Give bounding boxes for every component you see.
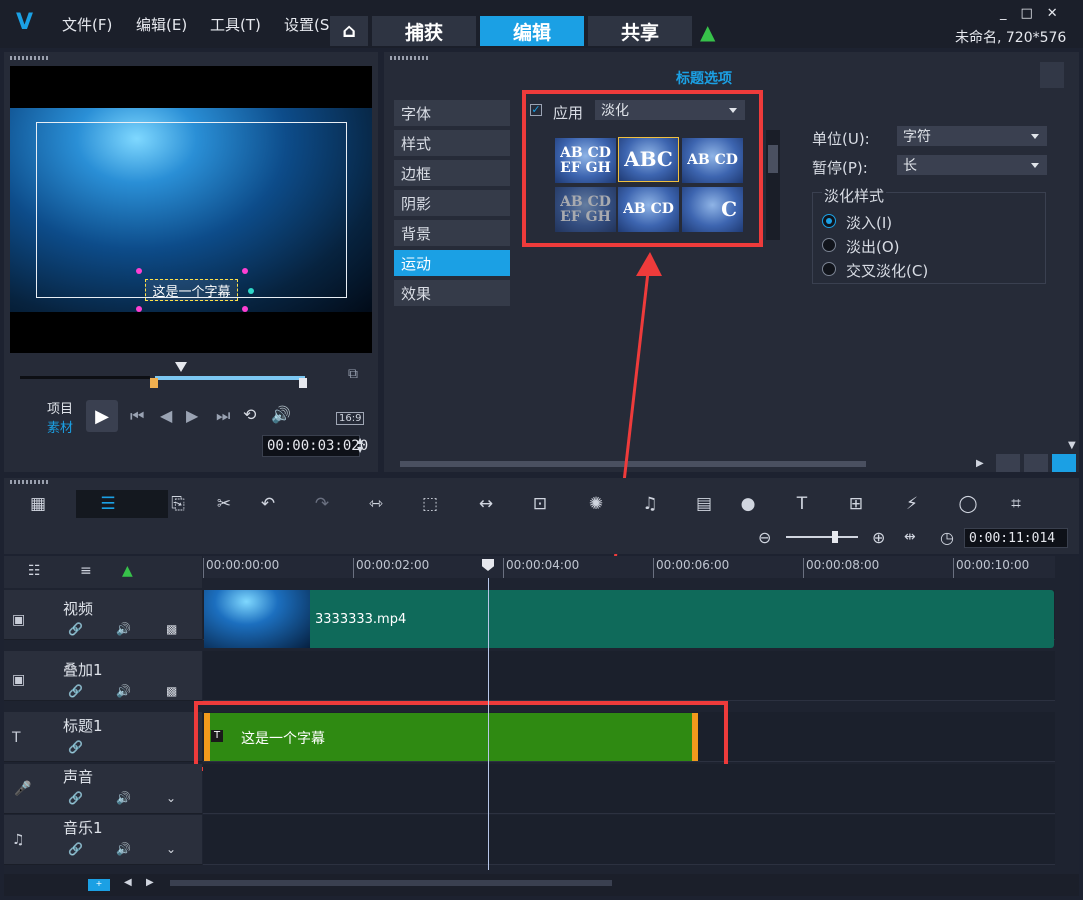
crop-icon[interactable]: ⬚ [418,494,442,514]
track-music[interactable] [203,815,1055,865]
undo-icon[interactable]: ↶ [256,494,280,514]
link-icon[interactable]: 🔗 [68,842,83,856]
overlay-track-icon: ▣ [12,672,26,688]
ruler-tick: 00:00:02:00 [353,558,429,578]
link-icon[interactable]: 🔗 [68,684,83,698]
waveform-icon[interactable]: ⌄ [166,842,176,856]
total-duration[interactable]: 0:00:11:014 [964,528,1068,548]
track-name-title: 标题1 [63,717,103,735]
track-name-video: 视频 [63,600,94,618]
resize-icon[interactable]: ⊡ [528,494,552,514]
ruler-tick: 00:00:10:00 [953,558,1029,578]
waveform-icon[interactable]: ⌄ [166,791,176,805]
timeline-view-button[interactable] [76,490,168,518]
snapshot-icon[interactable]: ⌗ [1004,494,1028,514]
timeline-view-icon[interactable]: ☰ [96,494,120,514]
clock-icon: ◷ [940,528,954,547]
ruler-tick: 00:00:08:00 [803,558,879,578]
redo-icon[interactable]: ↷ [310,494,334,514]
track-voice[interactable] [203,764,1055,814]
video-clip-thumbnail [204,590,310,648]
mute-icon[interactable]: 🔊 [116,622,131,636]
subtitle-icon[interactable]: T [790,494,814,514]
ruler-tick: 00:00:00:00 [203,558,279,578]
panel-grip[interactable] [10,480,50,484]
storyboard-view-icon[interactable]: ▦ [26,494,50,514]
mute-icon[interactable]: 🔊 [116,791,131,805]
zoom-slider-thumb[interactable] [832,531,838,543]
path-icon[interactable]: ◯ [956,494,980,514]
playhead-line[interactable] [488,578,489,870]
add-media-icon[interactable]: ⎘ [166,494,190,514]
ruler-tick: 00:00:06:00 [653,558,729,578]
timeline-hscrollbar[interactable] [170,880,612,886]
grid-icon[interactable]: ▩ [166,684,177,698]
highlight-box [194,701,728,771]
mute-icon[interactable]: 🔊 [116,842,131,856]
zoom-slider[interactable] [786,536,858,538]
multicam-icon[interactable]: ⊞ [844,494,868,514]
fit-icon[interactable]: ⇿ [364,494,388,514]
video-track-icon: ▣ [12,612,26,628]
track-header-music[interactable] [4,815,202,865]
zoom-in-icon[interactable]: ⊕ [872,528,885,547]
ripple-icon[interactable]: ▲ [122,563,133,579]
link-icon[interactable]: 🔗 [68,622,83,636]
scroll-right-icon[interactable]: ▶ [146,877,154,888]
ruler-tick: 00:00:04:00 [503,558,579,578]
track-name-overlay: 叠加1 [63,661,103,679]
link-icon[interactable]: 🔗 [68,791,83,805]
tools-icon[interactable]: ✂ [212,494,236,514]
track-name-music: 音乐1 [63,819,103,837]
add-track-icon[interactable]: + [88,879,110,891]
time-ruler[interactable] [203,556,1055,578]
track-header-title[interactable] [4,712,202,762]
motion-icon[interactable]: ⚡ [900,494,924,514]
track-overlay[interactable] [203,651,1055,701]
split-icon[interactable]: ↔ [474,494,498,514]
fit-project-icon[interactable]: ⇹ [904,529,916,545]
track-manager-icon[interactable]: ☷ [28,563,41,579]
chapter-icon[interactable]: ≡ [80,563,92,579]
color-icon[interactable]: ✺ [584,494,608,514]
audio-icon[interactable]: ♫ [638,494,662,514]
link-icon[interactable]: 🔗 [68,740,83,754]
title-track-icon: T [12,730,21,746]
zoom-out-icon[interactable]: ⊖ [758,528,771,547]
scroll-left-icon[interactable]: ◀ [124,877,132,888]
track-name-voice: 声音 [63,768,94,786]
mute-icon[interactable]: 🔊 [116,684,131,698]
track-header-voice[interactable] [4,764,202,814]
music-track-icon: ♫ [12,832,25,848]
mask-icon[interactable]: ● [736,494,760,514]
grid-icon[interactable]: ▩ [166,622,177,636]
video-clip-name: 3333333.mp4 [315,612,407,627]
timeline-vscrollbar[interactable] [1060,590,1076,870]
microphone-icon: 🎤 [14,781,32,797]
clip-icon[interactable]: ▤ [692,494,716,514]
